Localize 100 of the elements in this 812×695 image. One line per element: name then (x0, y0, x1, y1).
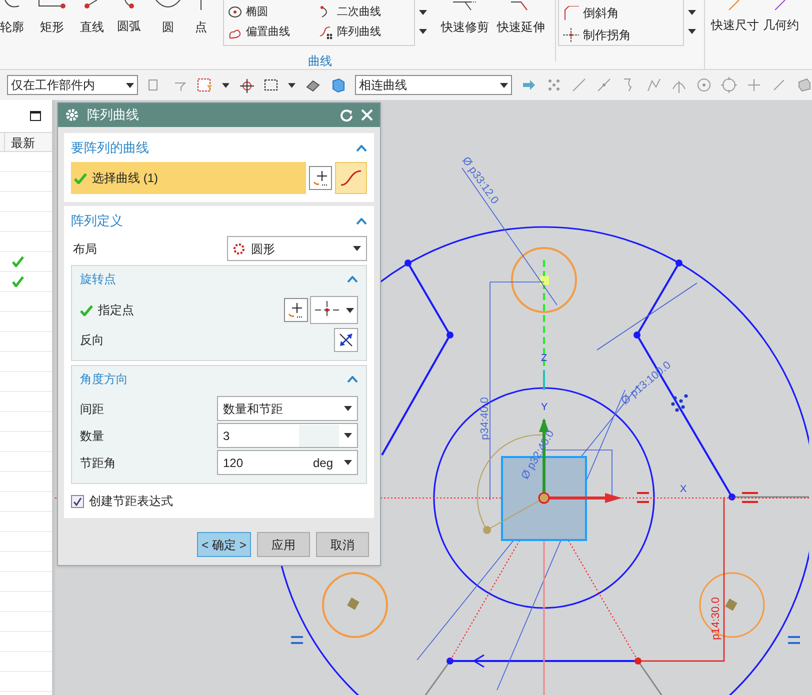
count-field[interactable]: 3 (217, 423, 358, 448)
arc-icon (124, 0, 134, 9)
settings-icon[interactable] (65, 108, 79, 122)
plus-icon[interactable] (746, 77, 762, 93)
point-dialog-button[interactable] (308, 166, 332, 190)
segment-icon[interactable] (596, 77, 612, 93)
point-grid-icon[interactable] (546, 77, 562, 93)
sketch-tool-button[interactable]: 圆 (152, 0, 184, 34)
collapse-icon[interactable] (356, 218, 367, 224)
corner-tool-button[interactable]: 倒斜角 (563, 4, 679, 22)
close-icon[interactable] (361, 109, 373, 121)
sketch-tool-button[interactable]: 圆弧 (115, 0, 143, 33)
axis-label: Y (541, 402, 548, 413)
collapse-icon[interactable] (347, 376, 358, 382)
dropdown-caret-icon (353, 246, 361, 251)
collapse-icon[interactable] (356, 144, 367, 152)
arrow-right-icon[interactable] (521, 77, 537, 93)
edit-tool-button[interactable]: 快速修剪 (441, 0, 489, 62)
box-select-icon[interactable] (263, 77, 280, 93)
layout-dropdown[interactable]: 圆形 (227, 236, 367, 261)
sketch-point (634, 332, 640, 338)
subsection-title: 角度方向 (80, 371, 128, 388)
offset-curve-icon (228, 26, 242, 38)
spacing-dropdown[interactable]: 数量和节距 (217, 396, 358, 421)
pitch-field[interactable]: 120 deg (217, 450, 358, 475)
dropdown-caret-icon (344, 406, 352, 411)
more-caret-icon (688, 29, 696, 34)
point-type-dropdown[interactable] (310, 296, 358, 324)
quadrant-icon[interactable] (721, 77, 737, 93)
rectangle-icon (37, 0, 67, 10)
constraint-tool-button[interactable]: 几何约 (763, 0, 799, 69)
unit-label: deg (312, 454, 334, 472)
curve-button[interactable] (335, 162, 367, 194)
select-curve-row[interactable]: 选择曲线 (1) (71, 162, 306, 194)
dialog-button[interactable]: 应用 (257, 532, 310, 557)
pattern-circle-drawing (322, 572, 388, 638)
direction-chevron-icon (472, 654, 484, 668)
sketch-point (634, 658, 642, 664)
dropdown-caret-icon (344, 460, 352, 465)
sketch-point (728, 494, 736, 500)
checkbox[interactable] (71, 494, 84, 508)
subsection-title: 旋转点 (80, 271, 116, 288)
equal-constraint-icon (636, 492, 650, 503)
dot-cluster-icon (671, 394, 688, 412)
sketch-tool-button[interactable]: 直线 (78, 0, 106, 34)
ellipse-icon (228, 6, 242, 18)
corner-icon (563, 28, 579, 42)
pitch-label: 节距角 (80, 454, 116, 472)
dialog-button[interactable]: 取消 (316, 532, 369, 557)
constraint-tool-button[interactable]: 快速尺寸 (711, 0, 759, 69)
corner-tool-button[interactable]: 制作拐角 (563, 26, 679, 44)
layout-value: 圆形 (251, 240, 275, 258)
count-label: 数量 (80, 428, 104, 444)
group-label: 曲线 (308, 53, 332, 70)
curve-tool-button[interactable]: 偏置曲线 (228, 24, 319, 42)
reverse-button[interactable] (334, 328, 358, 352)
sketch-tool-button[interactable]: 矩形 (35, 0, 69, 34)
center-icon[interactable] (696, 77, 712, 93)
maximize-icon[interactable] (30, 111, 41, 121)
line-icon[interactable] (571, 77, 587, 93)
spline-icon[interactable] (646, 77, 662, 93)
curve-tool-button[interactable]: 椭圆 (228, 3, 319, 21)
section-title: 阵列定义 (71, 212, 123, 230)
axis-label: X (680, 484, 687, 495)
selected-circle-drawing (511, 247, 577, 313)
scope-dropdown[interactable]: 仅在工作部件内 (7, 75, 138, 95)
layout-label: 布局 (73, 240, 97, 258)
snap-filter-icon[interactable] (196, 77, 213, 93)
reset-icon[interactable] (340, 108, 353, 122)
sketch-tool-button[interactable]: 轮廓 (0, 0, 26, 34)
dropdown-caret-icon (500, 82, 508, 88)
dropdown-caret-icon (419, 10, 427, 15)
curve-rule-dropdown[interactable]: 相连曲线 (354, 75, 512, 95)
section-title: 要阵列的曲线 (71, 139, 149, 158)
dropdown-caret-icon (126, 82, 134, 88)
trim-icon (451, 0, 479, 12)
slash-icon[interactable] (771, 77, 787, 93)
cube-icon[interactable] (330, 77, 346, 93)
edit-tool-button[interactable]: 快速延伸 (497, 0, 545, 62)
curve-tool-button[interactable]: 阵列曲线 (319, 24, 410, 42)
sketch-point (404, 260, 412, 266)
chamfer-icon (563, 6, 579, 20)
sketch-tool-button[interactable]: 点 (193, 0, 209, 34)
point-label: 指定点 (98, 302, 134, 319)
sketch-point (676, 260, 682, 266)
point-plus-icon (287, 301, 305, 319)
curve-tool-button[interactable]: 二次曲线 (319, 3, 410, 21)
pattern-circle-drawing (699, 572, 765, 638)
dialog-button[interactable]: < 确定 > (197, 532, 251, 557)
spacing-label: 间距 (80, 400, 104, 418)
dropdown-caret-icon (344, 433, 352, 438)
point-plus-icon (312, 169, 330, 187)
select-curve-label: 选择曲线 (1) (92, 170, 158, 187)
reverse-label: 反向 (80, 332, 104, 349)
expression-checkbox[interactable]: 创建节距表达式 (71, 492, 367, 510)
sketch-point (446, 332, 454, 338)
point-dialog-button[interactable] (284, 298, 308, 322)
crosshair-icon[interactable] (238, 77, 254, 93)
reverse-arrows-icon (338, 332, 354, 348)
collapse-icon[interactable] (347, 276, 358, 282)
